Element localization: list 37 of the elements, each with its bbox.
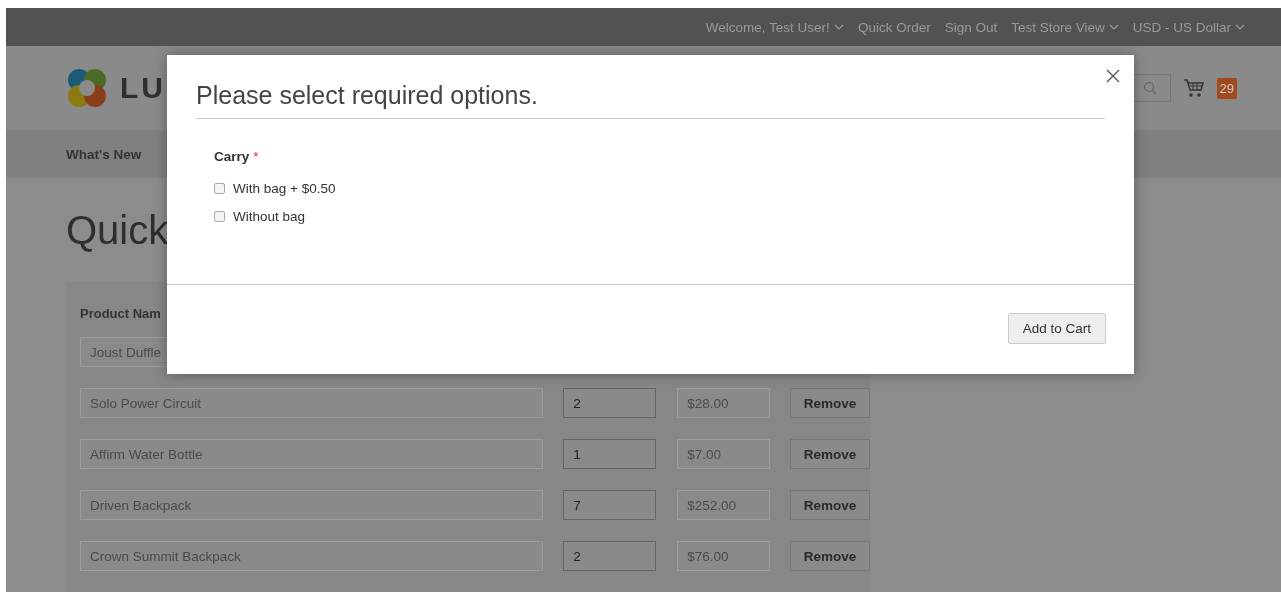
top-link[interactable]: Welcome, Test User! (705, 19, 844, 35)
cart-count-badge: 29 (1216, 77, 1237, 99)
product-name-field[interactable]: Driven Backpack (80, 490, 544, 520)
page-title: Quick (66, 207, 169, 253)
modal-title: Please select required options. (196, 81, 1105, 119)
qty-field[interactable]: 1 (563, 439, 657, 469)
checkbox[interactable] (214, 210, 225, 222)
remove-button[interactable]: Remove (790, 439, 870, 469)
remove-button[interactable]: Remove (790, 388, 870, 418)
logo-icon (66, 67, 108, 109)
price-field: $252.00 (677, 490, 771, 520)
top-link[interactable]: Test Store View (1011, 19, 1119, 35)
logo-text: LU (120, 71, 166, 105)
product-name-field[interactable]: Affirm Water Bottle (80, 439, 544, 469)
product-name-field[interactable]: Crown Summit Backpack (80, 541, 544, 571)
cart-icon[interactable] (1182, 78, 1205, 98)
price-field: $76.00 (677, 541, 771, 571)
qty-field[interactable]: 2 (563, 541, 657, 571)
product-name-field[interactable]: Solo Power Circuit (80, 388, 544, 418)
checkbox[interactable] (214, 182, 225, 194)
top-link[interactable]: Sign Out (944, 19, 998, 35)
required-mark: * (253, 149, 259, 164)
column-header: Product Nam (80, 306, 162, 322)
remove-button[interactable]: Remove (790, 490, 870, 520)
nav-item[interactable]: What's New (66, 146, 142, 162)
checkbox-label[interactable]: Without bag (233, 208, 306, 224)
option-label: Carry (214, 149, 250, 164)
price-field: $7.00 (677, 439, 771, 469)
remove-button[interactable]: Remove (790, 541, 870, 571)
add-to-cart-button[interactable]: Add to Cart (1007, 313, 1106, 344)
close-icon[interactable] (1106, 69, 1120, 83)
qty-field[interactable]: 7 (563, 490, 657, 520)
qty-field[interactable]: 2 (563, 388, 657, 418)
price-field: $28.00 (677, 388, 771, 418)
top-link[interactable]: Quick Order (857, 19, 931, 35)
top-link[interactable]: USD - US Dollar (1132, 19, 1245, 35)
checkbox-label[interactable]: With bag + $0.50 (233, 180, 336, 196)
